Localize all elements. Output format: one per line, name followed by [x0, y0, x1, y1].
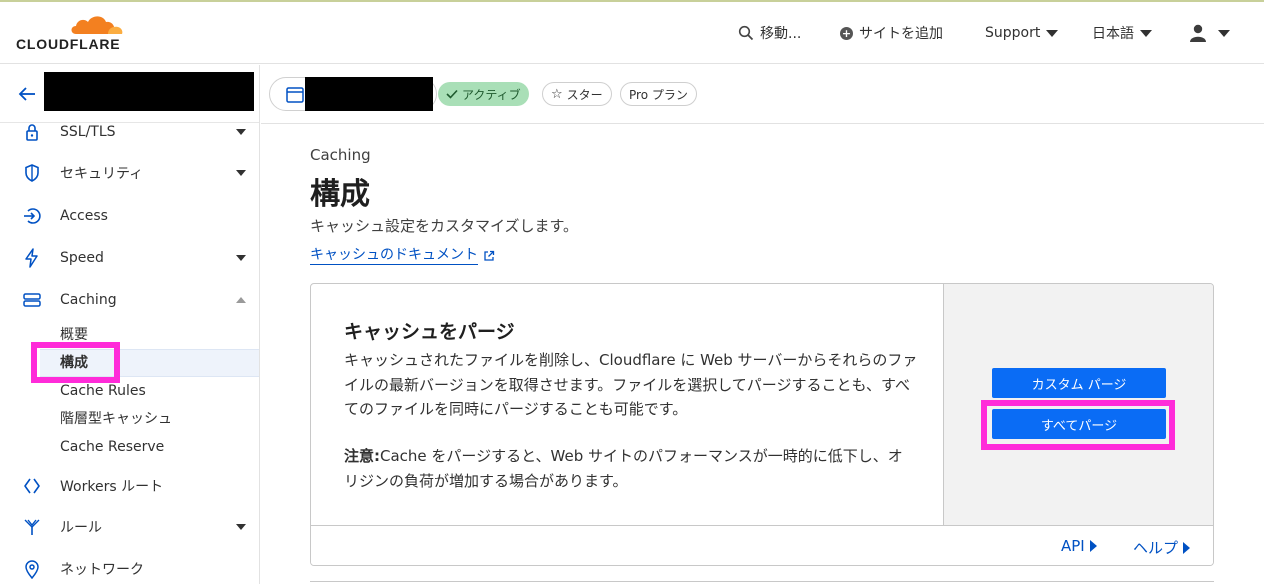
browser-window-icon — [286, 87, 304, 103]
documentation-link[interactable]: キャッシュのドキュメント — [310, 246, 478, 265]
sidebar-item-network[interactable]: ネットワーク — [0, 549, 259, 584]
sidebar: SSL/TLS セキュリティ Access Speed Caching 概要 構… — [0, 65, 260, 584]
highlight-box-purge-all — [981, 400, 1175, 450]
star-label: スター — [566, 87, 603, 102]
back-arrow-icon[interactable] — [16, 83, 38, 105]
sidebar-item-label: Speed — [60, 250, 104, 266]
shield-icon — [25, 164, 39, 182]
cloud-logo-icon — [71, 16, 123, 34]
sidebar-account-row — [0, 65, 259, 123]
chevron-down-icon — [236, 129, 246, 135]
sidebar-item-label: Access — [60, 208, 108, 224]
zone-topbar: アクティブ ☆ スター Pro プラン — [261, 65, 1264, 124]
external-link-icon — [484, 250, 495, 261]
chevron-down-icon — [236, 170, 246, 176]
sidebar-item-label: ルール — [60, 520, 102, 536]
caching-icon — [23, 293, 41, 307]
star-icon: ☆ — [551, 86, 563, 102]
user-icon — [1190, 24, 1206, 42]
api-link[interactable]: API — [1061, 537, 1097, 555]
redacted-account-name — [44, 72, 254, 111]
checkmark-icon — [446, 89, 458, 99]
sidebar-item-security[interactable]: セキュリティ — [0, 153, 259, 193]
language-label: 日本語 — [1092, 26, 1134, 42]
highlight-box-configuration — [31, 342, 120, 383]
search-icon — [738, 25, 754, 41]
language-dropdown[interactable]: 日本語 — [1092, 22, 1152, 44]
sidebar-item-label: セキュリティ — [60, 166, 144, 182]
chevron-down-icon — [1046, 29, 1059, 37]
user-menu[interactable] — [1188, 22, 1230, 44]
redacted-site-name — [305, 77, 433, 111]
sidebar-subitem-tiered-cache[interactable]: 階層型キャッシュ — [60, 408, 172, 430]
chevron-right-icon — [1089, 540, 1097, 552]
api-link-label: API — [1061, 537, 1085, 555]
lock-icon — [26, 124, 38, 141]
main-content: Caching 構成 キャッシュ設定をカスタマイズします。 キャッシュのドキュメ… — [261, 125, 1264, 584]
logo-text: CLOUDFLARE — [16, 36, 121, 52]
support-label: Support — [985, 25, 1041, 41]
add-site-label: サイトを追加 — [859, 26, 943, 42]
sidebar-item-label: ネットワーク — [60, 562, 144, 578]
search-goto-label: 移動... — [760, 26, 802, 42]
plus-circle-icon: + — [840, 26, 853, 40]
help-link-label: ヘルプ — [1133, 539, 1179, 557]
location-pin-icon — [25, 560, 39, 579]
chevron-down-icon — [236, 255, 246, 261]
help-link[interactable]: ヘルプ — [1133, 537, 1191, 558]
star-button[interactable]: ☆ スター — [542, 82, 612, 106]
chevron-right-icon — [1183, 541, 1191, 554]
search-goto[interactable]: 移動... — [738, 22, 801, 44]
chevron-up-icon — [236, 297, 246, 303]
sidebar-item-label: Workers ルート — [60, 479, 164, 495]
custom-purge-button[interactable]: カスタム パージ — [992, 368, 1166, 398]
sidebar-item-label: Caching — [60, 292, 117, 308]
note-label: 注意: — [344, 447, 380, 465]
sidebar-subitem-cache-reserve[interactable]: Cache Reserve — [60, 436, 164, 458]
rules-icon — [24, 519, 40, 535]
lightning-icon — [25, 248, 38, 268]
chevron-down-icon — [236, 524, 246, 530]
breadcrumb: Caching — [310, 146, 371, 164]
plan-badge[interactable]: Pro プラン — [620, 82, 697, 106]
card-description: キャッシュされたファイルを削除し、Cloudflare に Web サーバーから… — [344, 351, 918, 418]
sidebar-item-label: SSL/TLS — [60, 124, 116, 140]
page-title: 構成 — [310, 177, 370, 212]
card-note: 注意:Cache をパージすると、Web サイトのパフォーマンスが一時的に低下し… — [344, 444, 904, 493]
support-dropdown[interactable]: Support — [985, 22, 1059, 44]
sidebar-item-rules[interactable]: ルール — [0, 507, 259, 547]
card-title: キャッシュをパージ — [344, 321, 515, 343]
cloudflare-logo[interactable]: CLOUDFLARE — [16, 12, 126, 52]
workers-icon — [24, 478, 40, 494]
purge-cache-info: キャッシュをパージ キャッシュされたファイルを削除し、Cloudflare に … — [311, 284, 943, 525]
page-description: キャッシュ設定をカスタマイズします。 — [310, 217, 579, 235]
status-badge: アクティブ — [438, 82, 529, 106]
status-badge-label: アクティブ — [462, 87, 521, 102]
plan-label: Pro プラン — [629, 87, 688, 102]
sidebar-subitem-cache-rules[interactable]: Cache Rules — [60, 380, 146, 402]
access-icon — [24, 208, 41, 224]
add-site-button[interactable]: + サイトを追加 — [840, 22, 943, 44]
card-footer: API ヘルプ — [311, 525, 1213, 565]
chevron-down-icon — [1218, 29, 1230, 37]
sidebar-item-speed[interactable]: Speed — [0, 238, 259, 278]
sidebar-item-access[interactable]: Access — [0, 196, 259, 236]
chevron-down-icon — [1140, 29, 1152, 37]
sidebar-item-workers-routes[interactable]: Workers ルート — [0, 466, 259, 506]
sidebar-item-caching[interactable]: Caching — [0, 280, 259, 320]
note-text: Cache をパージすると、Web サイトのパフォーマンスが一時的に低下し、オリ… — [344, 447, 903, 490]
top-header: CLOUDFLARE 移動... + サイトを追加 Support 日本語 — [0, 2, 1264, 64]
